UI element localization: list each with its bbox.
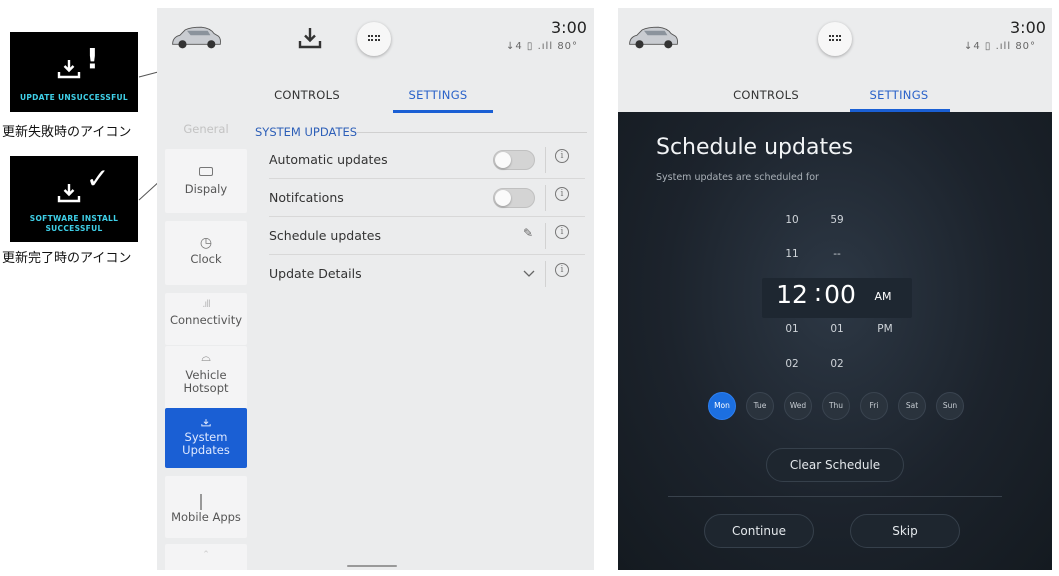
sidebar-item-system-updates[interactable]: System Updates [165,408,247,468]
tab-active-indicator [393,110,493,113]
sidebar-item-label: Mobile Apps [171,510,241,524]
sidebar-item-vehicle-hotspot[interactable]: ⌓ Vehicle Hotsopt [165,346,247,412]
info-icon[interactable]: i [555,263,569,277]
pm-option[interactable]: PM [872,323,898,335]
sidebar-item-label: Clock [190,252,222,266]
tab-controls[interactable]: CONTROLS [728,88,804,102]
section-divider [357,132,587,133]
hour-option[interactable]: 10 [782,214,802,226]
apps-grid-icon [200,494,212,510]
minute-option[interactable]: 01 [826,323,848,335]
status-bar: 3:00 ↓4 ▯ .ıll 80° [618,8,1052,74]
notifications-toggle[interactable] [493,188,535,208]
minute-option[interactable]: -- [826,248,848,260]
day-thu[interactable]: Thu [822,392,850,420]
sidebar-item-display[interactable]: Dispaly [165,149,247,213]
day-sat[interactable]: Sat [898,392,926,420]
sidebar-item-label-line2: Hotsopt [183,381,229,395]
continue-button[interactable]: Continue [704,514,814,548]
sidebar-item-label: General [183,122,229,136]
minute-option[interactable]: 02 [826,358,848,370]
tab-settings[interactable]: SETTINGS [866,88,932,102]
section-title: SYSTEM UPDATES [255,125,358,139]
clear-schedule-button[interactable]: Clear Schedule [766,448,904,482]
minute-option[interactable]: 59 [826,214,848,226]
more-icon: ⌃ [202,550,210,560]
sidebar-item-clock[interactable]: ◷ Clock [165,221,247,285]
dialog-subtitle: System updates are scheduled for [656,172,819,183]
clock-icon: ◷ [199,235,213,251]
signal-icon: .ıll [202,299,211,310]
row-notifications[interactable]: Notifcations i [269,179,585,217]
sidebar-item-label-line2: Updates [182,443,230,457]
status-icons: ↓4 ▯ .ıll 80° [506,41,579,52]
hour-option[interactable]: 02 [782,358,802,370]
sidebar-item-general[interactable]: General [165,122,247,142]
am-option[interactable]: AM [870,290,896,303]
info-icon[interactable]: i [555,149,569,163]
row-update-details[interactable]: Update Details i [269,255,585,293]
hour-selected[interactable]: 12 [774,280,810,309]
hour-option[interactable]: 01 [782,323,802,335]
day-wed[interactable]: Wed [784,392,812,420]
app-grid-button[interactable] [357,22,391,56]
row-label: Notifcations [269,190,344,205]
row-label: Automatic updates [269,152,388,167]
sidebar-item-connectivity[interactable]: .ıll Connectivity [165,293,247,345]
row-label: Update Details [269,266,362,281]
hour-option[interactable]: 11 [782,248,802,260]
info-icon[interactable]: i [555,187,569,201]
sidebar-item-label: Connectivity [169,313,243,327]
schedule-updates-screen: 3:00 ↓4 ▯ .ıll 80° CONTROLS SETTINGS Sch… [618,8,1052,570]
day-fri[interactable]: Fri [860,392,888,420]
vehicle-icon[interactable] [626,24,680,52]
grid-icon [829,35,841,43]
chevron-down-icon[interactable] [523,270,535,278]
sidebar-item-more[interactable]: ⌃ [165,544,247,570]
pencil-icon[interactable]: ✎ [523,226,533,240]
tab-controls[interactable]: CONTROLS [269,88,345,102]
skip-button[interactable]: Skip [850,514,960,548]
row-label: Schedule updates [269,228,381,243]
app-grid-button[interactable] [818,22,852,56]
home-indicator [347,565,397,567]
day-tue[interactable]: Tue [746,392,774,420]
sidebar-item-label: Dispaly [184,182,228,196]
dialog-title: Schedule updates [656,135,854,160]
vehicle-icon[interactable] [169,24,223,52]
sidebar-item-mobile-apps[interactable]: Mobile Apps [165,476,247,538]
display-icon [199,167,213,176]
row-schedule-updates[interactable]: Schedule updates ✎ i [269,217,585,255]
hotspot-icon: ⌓ [201,350,211,364]
day-mon[interactable]: Mon [708,392,736,420]
status-bar: 3:00 ↓4 ▯ .ıll 80° [157,8,594,74]
grid-icon [368,35,380,43]
download-status-icon[interactable] [297,26,323,50]
minute-selected[interactable]: 00 [820,280,860,309]
row-automatic-updates[interactable]: Automatic updates i [269,141,585,179]
clock-time: 3:00 [551,18,587,37]
dialog-divider [668,496,1002,497]
status-icons: ↓4 ▯ .ıll 80° [964,41,1037,52]
day-sun[interactable]: Sun [936,392,964,420]
tab-settings[interactable]: SETTINGS [405,88,471,102]
automatic-updates-toggle[interactable] [493,150,535,170]
info-icon[interactable]: i [555,225,569,239]
clock-time: 3:00 [1010,18,1046,37]
download-icon [201,419,211,427]
settings-screen: 3:00 ↓4 ▯ .ıll 80° CONTROLS SETTINGS Gen… [157,8,594,570]
